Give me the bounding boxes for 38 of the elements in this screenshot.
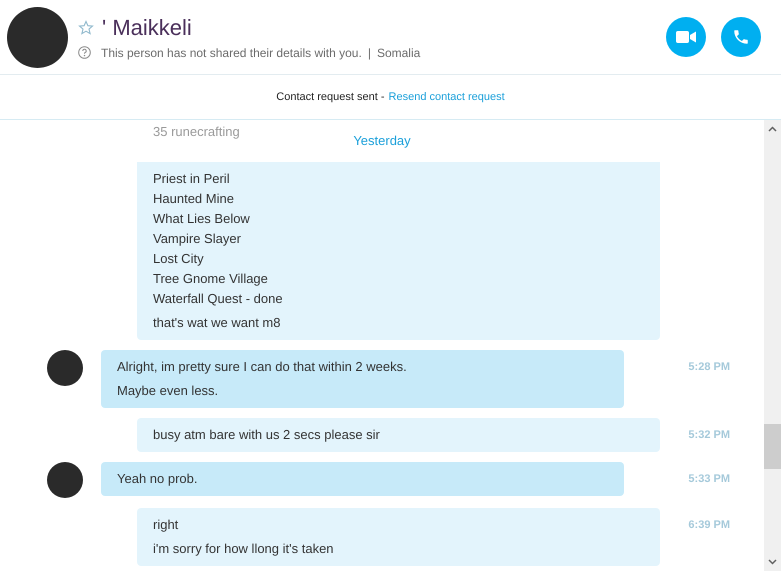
message-text: i'm sorry for how llong it's taken	[153, 540, 335, 558]
scroll-down-icon[interactable]	[768, 559, 777, 565]
help-icon	[78, 46, 91, 59]
message-text: What Lies Below	[153, 210, 251, 228]
message-text: Vampire Slayer	[153, 230, 242, 248]
message-text: Tree Gnome Village	[153, 270, 269, 288]
message-time: 6:39 PM	[687, 518, 730, 533]
sender-avatar	[47, 462, 83, 498]
message-text: right	[153, 516, 180, 534]
contact-location: Somalia	[376, 46, 420, 60]
contact-details-text: This person has not shared their details with you.	[101, 46, 362, 60]
phone-icon	[732, 28, 750, 46]
message-text: that's wat we want m8	[153, 314, 282, 332]
scroll-thumb[interactable]	[764, 424, 781, 469]
request-status-text: Contact request sent -	[276, 91, 385, 103]
separator-text: |	[368, 46, 371, 60]
resend-request-link[interactable]: Resend contact request	[388, 91, 505, 103]
scroll-up-icon[interactable]	[768, 126, 777, 132]
scrollbar[interactable]	[764, 120, 781, 571]
date-divider: Yesterday	[353, 133, 411, 148]
message-text: Haunted Mine	[153, 190, 235, 208]
message-time: 5:28 PM	[687, 360, 730, 375]
video-call-button[interactable]	[666, 17, 706, 57]
message-text: Priest in Peril	[153, 170, 231, 188]
message-text: Lost City	[153, 250, 205, 268]
message-text: Maybe even less.	[117, 382, 220, 400]
message-text: Waterfall Quest - done	[153, 290, 284, 308]
contact-name: ' Maikkeli	[102, 14, 192, 40]
message-text: Yeah no prob.	[117, 470, 198, 488]
audio-call-button[interactable]	[721, 17, 761, 57]
message-text: Alright, im pretty sure I can do that within 2 weeks.	[117, 358, 408, 376]
message-time: 5:33 PM	[687, 472, 730, 487]
message-text: busy atm bare with us 2 secs please sir	[153, 426, 381, 444]
sender-avatar	[47, 350, 83, 386]
faded-message-text: 35 runecrafting	[153, 124, 240, 139]
message-time: 5:32 PM	[687, 428, 730, 443]
video-camera-icon	[676, 30, 696, 44]
favorite-star-icon[interactable]	[78, 20, 94, 36]
